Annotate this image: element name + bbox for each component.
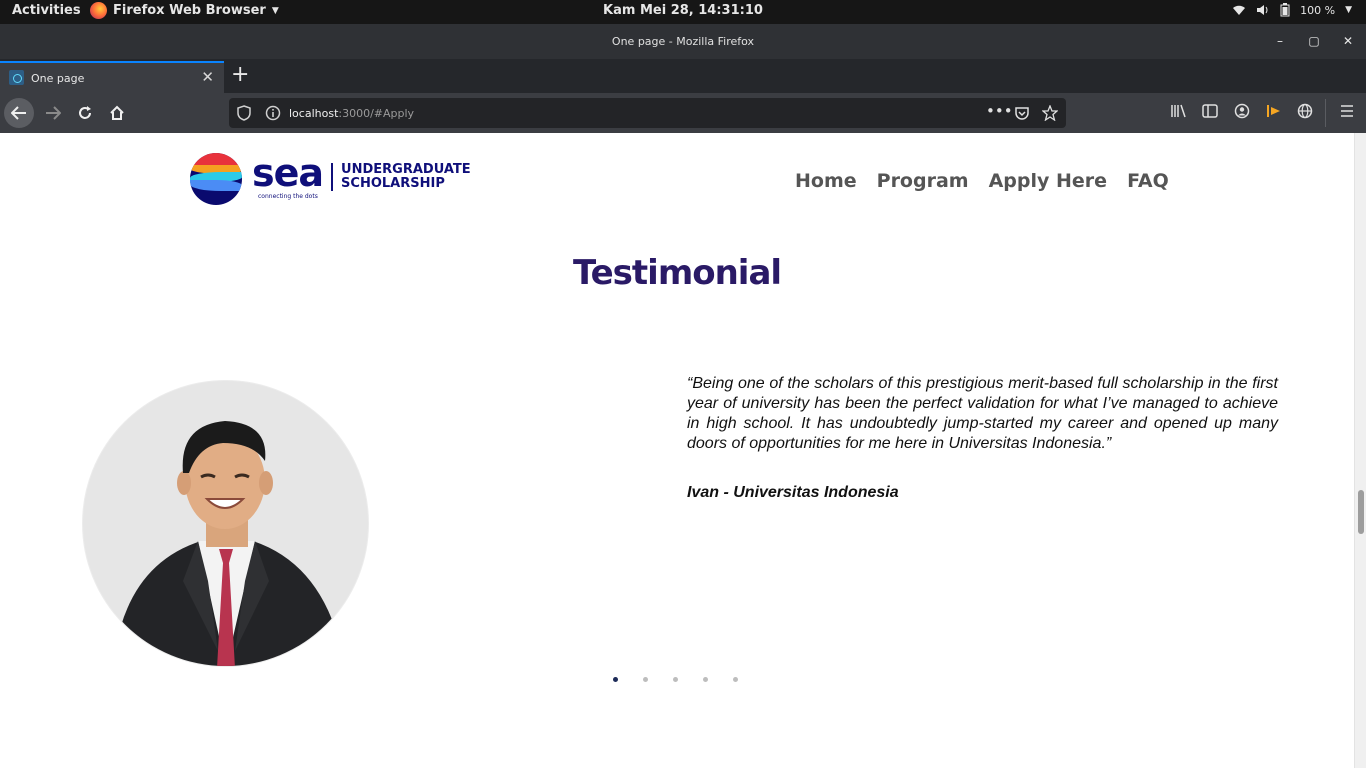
- volume-icon: [1257, 5, 1268, 15]
- url-path: :3000/#Apply: [338, 107, 415, 120]
- back-button[interactable]: [4, 98, 34, 128]
- testimonial-photo: [82, 380, 369, 667]
- logo-subtitle-line2: SCHOLARSHIP: [341, 176, 445, 191]
- logo-subtitle: UNDERGRADUATE SCHOLARSHIP: [341, 163, 471, 191]
- account-icon[interactable]: [1234, 103, 1250, 119]
- url-host: localhost: [289, 107, 339, 120]
- library-icon[interactable]: [1170, 103, 1188, 119]
- info-icon[interactable]: [265, 105, 281, 121]
- app-menu[interactable]: Firefox Web Browser ▼: [90, 2, 279, 19]
- url-text[interactable]: localhost:3000/#Apply: [289, 107, 414, 120]
- site-nav: Home Program Apply Here FAQ: [795, 170, 1169, 192]
- close-tab-icon[interactable]: ✕: [201, 68, 214, 86]
- new-tab-icon[interactable]: +: [231, 63, 249, 87]
- chevron-down-icon: ▼: [1345, 5, 1352, 15]
- reload-icon: [79, 106, 91, 119]
- carousel-dot-5[interactable]: [733, 677, 738, 682]
- pocket-icon[interactable]: [1014, 105, 1030, 121]
- testimonial-author: Ivan - Universitas Indonesia: [687, 484, 899, 501]
- clock[interactable]: Kam Mei 28, 14:31:10: [603, 3, 763, 18]
- testimonial-quote: “Being one of the scholars of this prest…: [687, 375, 1278, 452]
- close-window-icon[interactable]: ✕: [1339, 32, 1357, 50]
- arrow-left-icon: [11, 106, 26, 120]
- extension-icon[interactable]: [1266, 103, 1282, 119]
- tab-one-page[interactable]: One page ✕: [0, 61, 224, 93]
- person-photo-illustration: [113, 421, 345, 666]
- maximize-icon[interactable]: ▢: [1305, 32, 1323, 50]
- window-title-bar: One page - Mozilla Firefox – ▢ ✕: [0, 24, 1366, 59]
- react-favicon-icon: [9, 70, 24, 85]
- shield-icon[interactable]: [237, 105, 251, 121]
- home-button[interactable]: [102, 98, 132, 128]
- logo-divider: [331, 163, 334, 191]
- system-tray[interactable]: 100 % ▼: [1232, 3, 1352, 17]
- window-title: One page - Mozilla Firefox: [611, 35, 755, 48]
- arrow-right-icon: [46, 106, 61, 120]
- nav-faq[interactable]: FAQ: [1127, 170, 1169, 192]
- carousel-dot-1[interactable]: [613, 677, 618, 682]
- logo-tagline: connecting the dots: [258, 193, 318, 200]
- tab-strip: One page ✕ +: [0, 59, 1366, 93]
- battery-level: 100 %: [1300, 3, 1336, 17]
- forward-button[interactable]: [38, 98, 68, 128]
- globe-icon[interactable]: [1297, 103, 1313, 119]
- toolbar-separator: [1325, 99, 1326, 127]
- battery-icon: [1280, 3, 1290, 17]
- nav-program[interactable]: Program: [877, 170, 969, 192]
- site-logo[interactable]: sea connecting the dots UNDERGRADUATE SC…: [190, 153, 471, 205]
- nav-toolbar: localhost:3000/#Apply •••: [0, 93, 1366, 133]
- page-actions-icon[interactable]: •••: [986, 102, 1013, 120]
- carousel-dot-2[interactable]: [643, 677, 648, 682]
- carousel-dot-3[interactable]: [673, 677, 678, 682]
- minimize-icon[interactable]: –: [1271, 32, 1289, 50]
- nav-apply-here[interactable]: Apply Here: [989, 170, 1107, 192]
- firefox-icon: [90, 2, 107, 19]
- page-scrollbar[interactable]: [1354, 133, 1366, 768]
- bookmark-star-icon[interactable]: [1042, 105, 1058, 121]
- home-icon: [110, 105, 124, 120]
- nav-home[interactable]: Home: [795, 170, 857, 192]
- scrollbar-thumb[interactable]: [1358, 490, 1364, 534]
- chevron-down-icon: ▼: [271, 5, 279, 16]
- sidebar-icon[interactable]: [1202, 103, 1218, 119]
- section-heading: Testimonial: [572, 253, 782, 293]
- address-bar[interactable]: localhost:3000/#Apply •••: [229, 98, 1066, 128]
- logo-subtitle-line1: UNDERGRADUATE: [341, 162, 471, 177]
- tab-label: One page: [31, 72, 85, 85]
- carousel-dots: [613, 677, 738, 682]
- os-top-bar: Activities Firefox Web Browser ▼ Kam Mei…: [0, 0, 1366, 24]
- reload-button[interactable]: [70, 98, 100, 128]
- wifi-icon: [1233, 5, 1246, 15]
- web-page: sea connecting the dots UNDERGRADUATE SC…: [0, 133, 1354, 768]
- logo-mark: [190, 153, 242, 205]
- logo-wordmark: sea: [252, 151, 324, 195]
- carousel-dot-4[interactable]: [703, 677, 708, 682]
- activities-button[interactable]: Activities: [12, 3, 81, 18]
- app-menu-label: Firefox Web Browser: [113, 3, 266, 18]
- hamburger-menu-icon[interactable]: [1339, 103, 1355, 119]
